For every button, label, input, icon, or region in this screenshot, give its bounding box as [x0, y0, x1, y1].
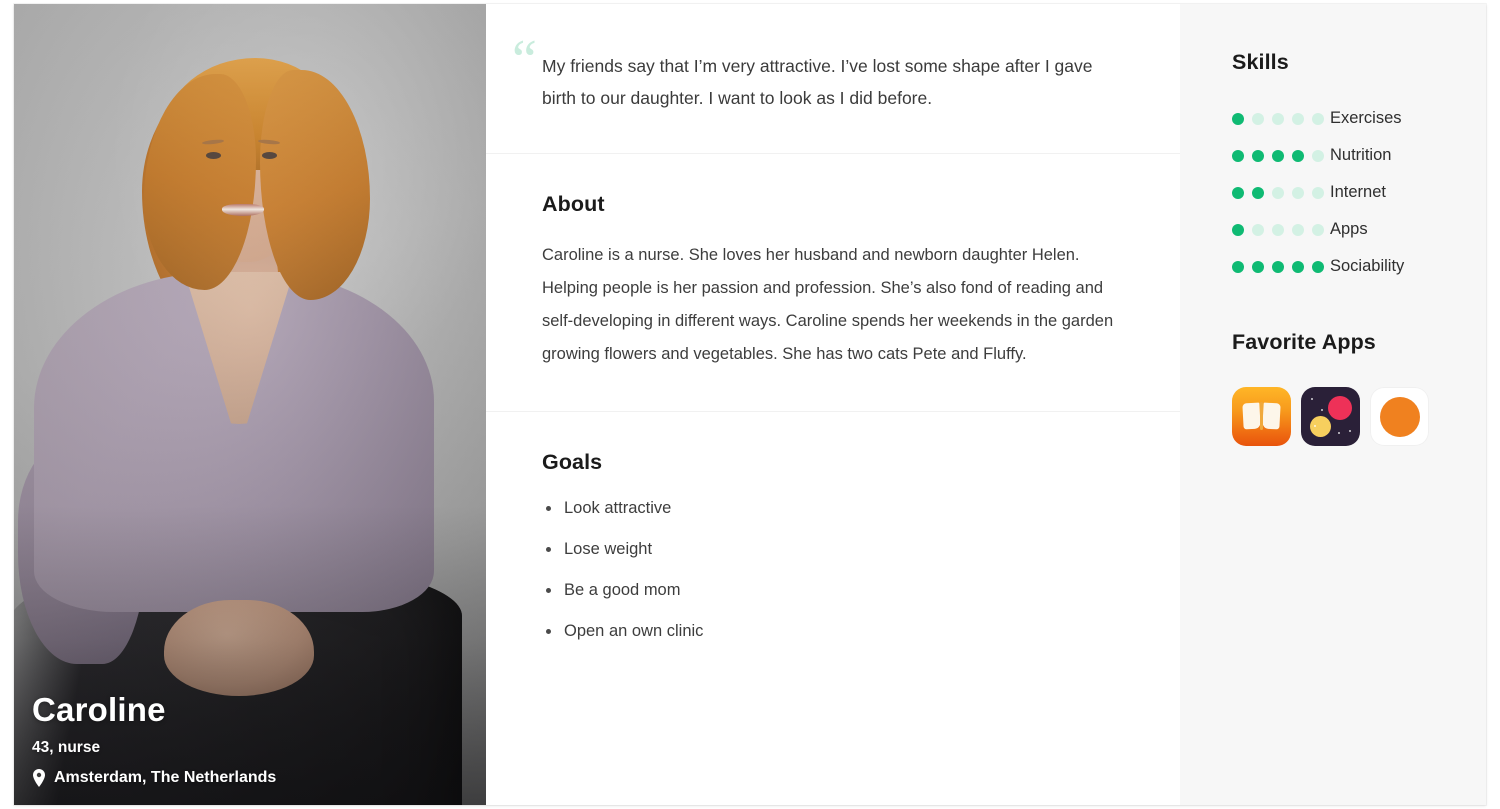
skill-rating-dots: [1232, 186, 1330, 199]
about-heading: About: [542, 191, 605, 216]
goals-list: Look attractive Lose weight Be a good mo…: [542, 497, 1124, 643]
dot-empty: [1312, 223, 1324, 236]
dot-filled: [1292, 149, 1304, 162]
persona-name: Caroline: [32, 690, 166, 728]
dot-filled: [1232, 149, 1244, 162]
dot-empty: [1312, 112, 1324, 125]
skill-rating-dots: [1232, 149, 1330, 162]
skills-heading: Skills: [1232, 50, 1289, 74]
skill-row-apps: Apps: [1232, 220, 1486, 239]
about-section: About Caroline is a nurse. She loves her…: [486, 154, 1180, 412]
dot-filled: [1232, 260, 1244, 273]
persona-location: Amsterdam, The Netherlands: [32, 769, 468, 787]
dot-filled: [1292, 260, 1304, 273]
dot-empty: [1252, 223, 1264, 236]
skill-label: Exercises: [1330, 109, 1402, 127]
orange-app-icon[interactable]: [1370, 387, 1429, 446]
persona-sidebar: Skills Exercises Nutrition Internet Apps…: [1180, 4, 1486, 805]
list-item: Open an own clinic: [542, 620, 1124, 643]
persona-role: 43, nurse: [32, 739, 101, 756]
dot-empty: [1272, 112, 1284, 125]
about-text: Caroline is a nurse. She loves her husba…: [542, 245, 1114, 363]
list-item: Be a good mom: [542, 579, 1124, 602]
quote-text: My friends say that I’m very attractive.…: [542, 56, 1093, 109]
dot-filled: [1312, 260, 1324, 273]
space-app-icon[interactable]: [1301, 387, 1360, 446]
persona-main-content: “ My friends say that I’m very attractiv…: [486, 4, 1180, 805]
list-item: Look attractive: [542, 497, 1124, 520]
skills-list: Exercises Nutrition Internet Apps Sociab…: [1232, 109, 1486, 276]
dot-filled: [1272, 260, 1284, 273]
dot-filled: [1252, 149, 1264, 162]
dot-empty: [1292, 112, 1304, 125]
skill-row-nutrition: Nutrition: [1232, 146, 1486, 165]
favorite-apps-list: [1232, 387, 1486, 446]
quote-section: “ My friends say that I’m very attractiv…: [486, 4, 1180, 154]
list-item: Lose weight: [542, 538, 1124, 561]
persona-identity: Caroline 43, nurse Amsterdam, The Nether…: [32, 690, 468, 787]
goals-heading: Goals: [542, 449, 603, 474]
goals-section: Goals Look attractive Lose weight Be a g…: [486, 412, 1180, 683]
dot-filled: [1232, 223, 1244, 236]
dot-filled: [1272, 149, 1284, 162]
dot-empty: [1292, 186, 1304, 199]
quote-mark-icon: “: [512, 29, 537, 91]
persona-card: Caroline 43, nurse Amsterdam, The Nether…: [14, 4, 1486, 805]
dot-empty: [1252, 112, 1264, 125]
skill-label: Sociability: [1330, 257, 1405, 275]
books-app-icon[interactable]: [1232, 387, 1291, 446]
skill-label: Internet: [1330, 183, 1386, 201]
dot-empty: [1312, 186, 1324, 199]
favorite-apps-heading: Favorite Apps: [1232, 330, 1376, 354]
skill-rating-dots: [1232, 223, 1330, 236]
skill-label: Nutrition: [1330, 146, 1392, 164]
skill-rating-dots: [1232, 260, 1330, 273]
skill-row-sociability: Sociability: [1232, 257, 1486, 276]
skill-row-exercises: Exercises: [1232, 109, 1486, 128]
skill-label: Apps: [1330, 220, 1368, 238]
persona-photo: Caroline 43, nurse Amsterdam, The Nether…: [14, 4, 486, 805]
dot-empty: [1272, 186, 1284, 199]
dot-filled: [1232, 112, 1244, 125]
skill-rating-dots: [1232, 112, 1330, 125]
dot-empty: [1312, 149, 1324, 162]
dot-filled: [1252, 260, 1264, 273]
skill-row-internet: Internet: [1232, 183, 1486, 202]
dot-empty: [1292, 223, 1304, 236]
dot-filled: [1232, 186, 1244, 199]
dot-empty: [1272, 223, 1284, 236]
dot-filled: [1252, 186, 1264, 199]
map-pin-icon: [32, 769, 46, 787]
persona-location-label: Amsterdam, The Netherlands: [54, 769, 277, 786]
